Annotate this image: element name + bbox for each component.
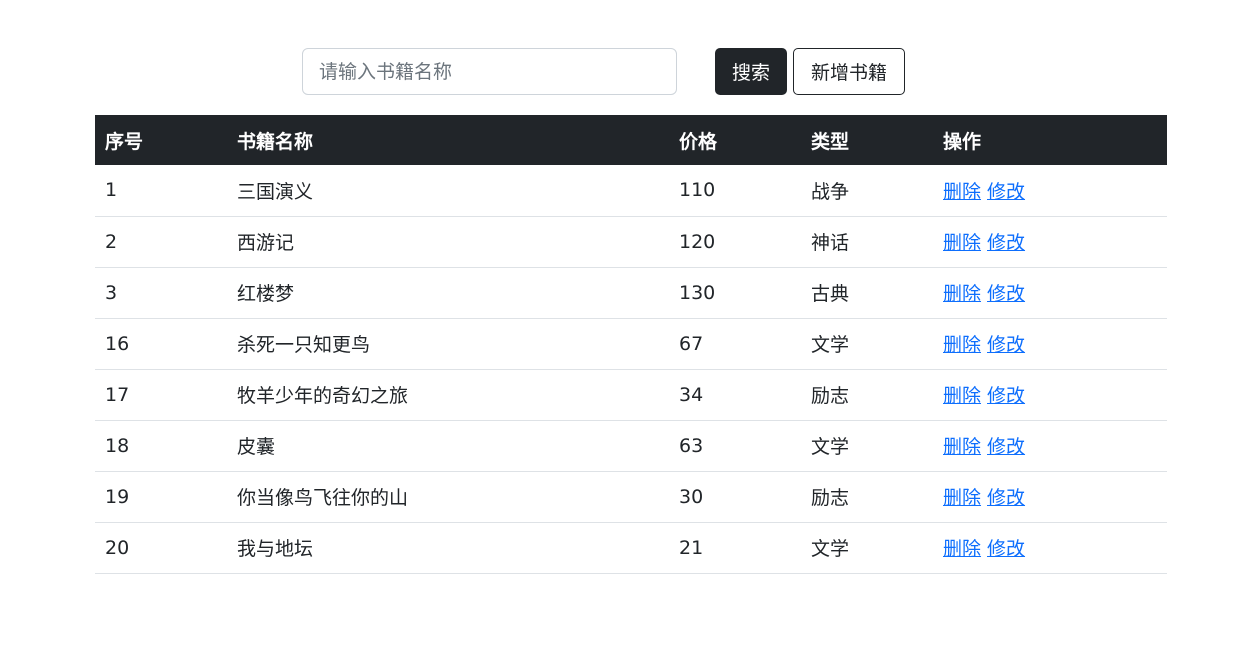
cell-id: 16 [95,318,227,370]
cell-actions: 删除 修改 [933,267,1167,319]
table-row: 18 皮囊 63 文学 删除 修改 [95,420,1167,472]
edit-link[interactable]: 修改 [987,232,1025,254]
cell-actions: 删除 修改 [933,471,1167,523]
table-row: 3 红楼梦 130 古典 删除 修改 [95,267,1167,319]
cell-price: 130 [669,267,801,319]
cell-actions: 删除 修改 [933,522,1167,574]
search-input[interactable] [302,48,677,95]
cell-type: 文学 [801,522,933,574]
edit-link[interactable]: 修改 [987,334,1025,356]
header-name: 书籍名称 [237,130,314,153]
delete-link[interactable]: 删除 [943,436,981,458]
header-id: 序号 [105,130,144,153]
cell-price: 34 [669,369,801,421]
cell-actions: 删除 修改 [933,216,1167,268]
cell-type: 古典 [801,267,933,319]
cell-type: 神话 [801,216,933,268]
cell-price: 30 [669,471,801,523]
cell-name: 三国演义 [227,165,669,217]
add-book-button[interactable]: 新增书籍 [793,48,905,95]
edit-link[interactable]: 修改 [987,385,1025,407]
cell-price: 120 [669,216,801,268]
search-button[interactable]: 搜索 [715,48,787,95]
cell-actions: 删除 修改 [933,165,1167,217]
cell-type: 文学 [801,420,933,472]
delete-link[interactable]: 删除 [943,385,981,407]
delete-link[interactable]: 删除 [943,334,981,356]
header-actions: 操作 [943,130,982,153]
table-row: 16 杀死一只知更鸟 67 文学 删除 修改 [95,318,1167,370]
cell-actions: 删除 修改 [933,318,1167,370]
delete-link[interactable]: 删除 [943,232,981,254]
cell-price: 63 [669,420,801,472]
cell-name: 西游记 [227,216,669,268]
edit-link[interactable]: 修改 [987,181,1025,203]
cell-id: 20 [95,522,227,574]
cell-id: 3 [95,267,227,319]
cell-type: 文学 [801,318,933,370]
cell-price: 21 [669,522,801,574]
cell-id: 1 [95,165,227,217]
cell-name: 杀死一只知更鸟 [227,318,669,370]
table-row: 2 西游记 120 神话 删除 修改 [95,216,1167,268]
cell-name: 我与地坛 [227,522,669,574]
cell-actions: 删除 修改 [933,369,1167,421]
delete-link[interactable]: 删除 [943,283,981,305]
cell-name: 皮囊 [227,420,669,472]
cell-name: 红楼梦 [227,267,669,319]
cell-id: 2 [95,216,227,268]
delete-link[interactable]: 删除 [943,538,981,560]
table-row: 20 我与地坛 21 文学 删除 修改 [95,522,1167,574]
cell-price: 110 [669,165,801,217]
table-row: 17 牧羊少年的奇幻之旅 34 励志 删除 修改 [95,369,1167,421]
table-header: 序号 书籍名称 价格 类型 操作 [95,115,1167,165]
cell-id: 19 [95,471,227,523]
cell-actions: 删除 修改 [933,420,1167,472]
delete-link[interactable]: 删除 [943,181,981,203]
table-header-row: 序号 书籍名称 价格 类型 操作 [95,115,1167,165]
edit-link[interactable]: 修改 [987,283,1025,305]
cell-type: 励志 [801,471,933,523]
cell-price: 67 [669,318,801,370]
table-row: 19 你当像鸟飞往你的山 30 励志 删除 修改 [95,471,1167,523]
cell-type: 励志 [801,369,933,421]
edit-link[interactable]: 修改 [987,487,1025,509]
header-price: 价格 [679,130,718,153]
cell-name: 牧羊少年的奇幻之旅 [227,369,669,421]
table-row: 1 三国演义 110 战争 删除 修改 [95,165,1167,217]
cell-id: 17 [95,369,227,421]
book-table: 序号 书籍名称 价格 类型 操作 1 三国演义 110 战争 删除 修改 2 西游… [95,115,1167,574]
cell-type: 战争 [801,165,933,217]
delete-link[interactable]: 删除 [943,487,981,509]
edit-link[interactable]: 修改 [987,538,1025,560]
edit-link[interactable]: 修改 [987,436,1025,458]
table-body: 1 三国演义 110 战争 删除 修改 2 西游记 120 神话 删除 修改 3 红… [95,165,1167,574]
cell-id: 18 [95,420,227,472]
cell-name: 你当像鸟飞往你的山 [227,471,669,523]
header-type: 类型 [811,130,850,153]
